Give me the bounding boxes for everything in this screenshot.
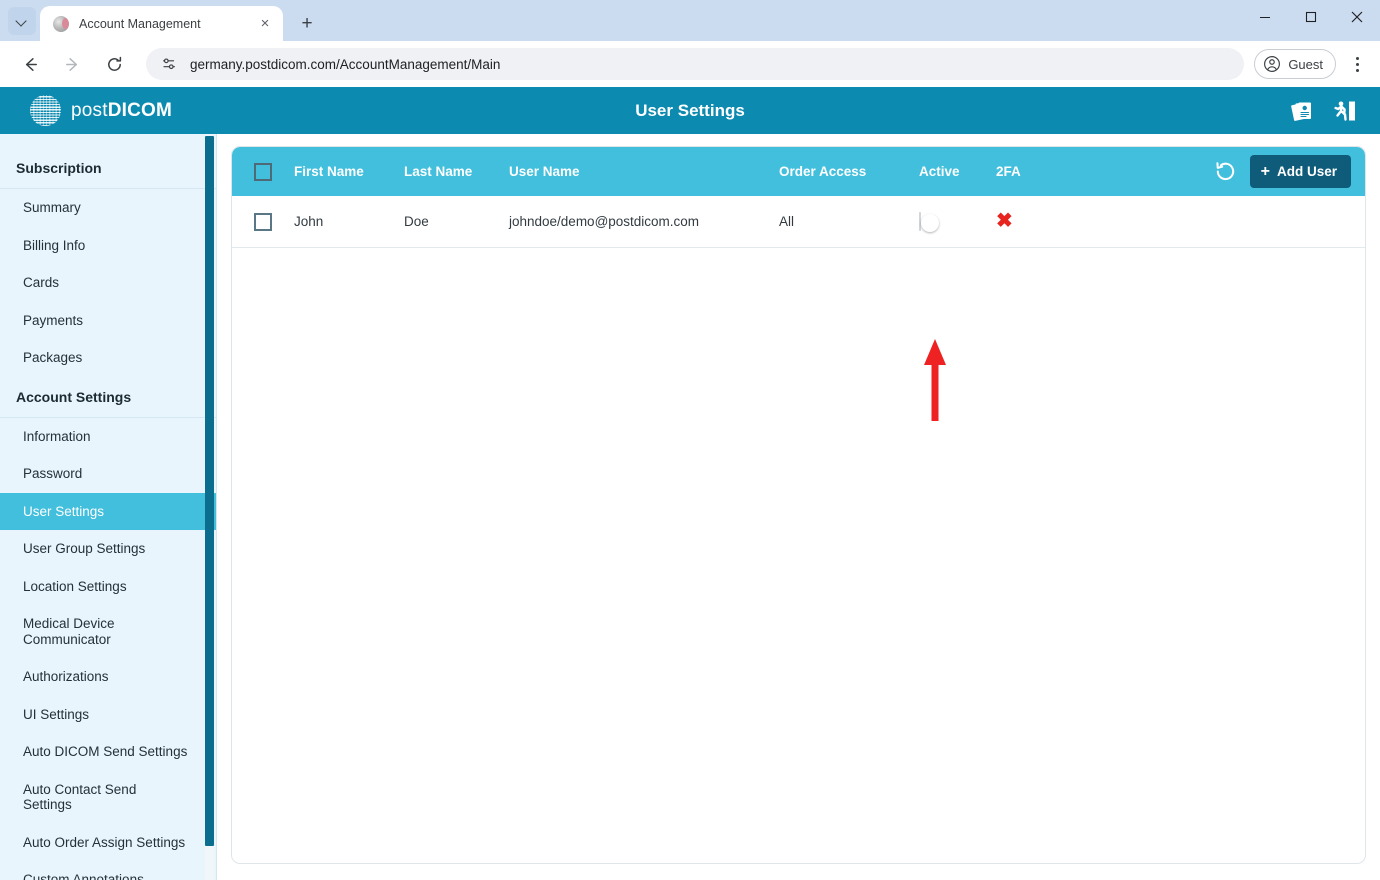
users-table-header: First Name Last Name User Name Order Acc… bbox=[232, 147, 1365, 196]
sidebar-item-cards[interactable]: Cards bbox=[0, 264, 216, 302]
sidebar-scrollbar-thumb[interactable] bbox=[205, 136, 214, 846]
browser-toolbar: germany.postdicom.com/AccountManagement/… bbox=[0, 41, 1380, 87]
column-header-order-access[interactable]: Order Access bbox=[779, 164, 919, 179]
forward-button[interactable] bbox=[57, 49, 87, 79]
window-controls bbox=[1242, 0, 1380, 33]
logout-exit-icon[interactable] bbox=[1332, 98, 1358, 124]
sidebar-item-summary[interactable]: Summary bbox=[0, 189, 216, 227]
sidebar-item-user-group-settings[interactable]: User Group Settings bbox=[0, 530, 216, 568]
table-row[interactable]: John Doe johndoe/demo@postdicom.com All … bbox=[232, 196, 1365, 248]
sidebar-item-auto-order-assign-settings[interactable]: Auto Order Assign Settings bbox=[0, 824, 216, 862]
refresh-icon[interactable] bbox=[1213, 159, 1238, 184]
sidebar-section-account-settings: Account Settings bbox=[0, 377, 216, 418]
sidebar-item-payments[interactable]: Payments bbox=[0, 302, 216, 340]
address-bar[interactable]: germany.postdicom.com/AccountManagement/… bbox=[146, 48, 1244, 80]
window-maximize-button[interactable] bbox=[1288, 0, 1334, 33]
kebab-dot bbox=[1356, 57, 1359, 60]
cell-last-name: Doe bbox=[404, 214, 509, 229]
sidebar-item-auto-dicom-send-settings[interactable]: Auto DICOM Send Settings bbox=[0, 733, 216, 771]
globe-favicon-icon bbox=[53, 16, 69, 32]
sidebar-item-password[interactable]: Password bbox=[0, 455, 216, 493]
sidebar-scroll-content: Subscription Summary Billing Info Cards … bbox=[0, 134, 216, 880]
cell-order-access: All bbox=[779, 214, 919, 229]
sidebar-item-ui-settings[interactable]: UI Settings bbox=[0, 696, 216, 734]
back-button[interactable] bbox=[15, 49, 45, 79]
cell-user-name: johndoe/demo@postdicom.com bbox=[509, 214, 779, 229]
brand-logo[interactable]: postDICOM bbox=[0, 95, 172, 126]
page-title: User Settings bbox=[0, 101, 1380, 121]
column-header-last-name[interactable]: Last Name bbox=[404, 164, 509, 179]
profile-label: Guest bbox=[1288, 57, 1323, 72]
reload-button[interactable] bbox=[99, 49, 129, 79]
new-tab-button[interactable]: + bbox=[293, 9, 321, 37]
application-window: postDICOM User Settings bbox=[0, 87, 1380, 880]
browser-menu-button[interactable] bbox=[1344, 49, 1370, 79]
address-bar-url: germany.postdicom.com/AccountManagement/… bbox=[190, 57, 500, 72]
account-circle-icon bbox=[1263, 55, 1281, 73]
twofa-disabled-x-icon: ✖ bbox=[996, 210, 1013, 232]
row-select-checkbox[interactable] bbox=[254, 213, 272, 231]
sidebar-item-information[interactable]: Information bbox=[0, 418, 216, 456]
add-user-button[interactable]: + Add User bbox=[1250, 155, 1351, 188]
sidebar-item-packages[interactable]: Packages bbox=[0, 339, 216, 377]
table-actions: + Add User bbox=[1213, 147, 1351, 196]
active-toggle[interactable] bbox=[919, 212, 921, 231]
main-content: First Name Last Name User Name Order Acc… bbox=[217, 134, 1380, 880]
sidebar-item-user-settings[interactable]: User Settings bbox=[0, 493, 216, 531]
column-header-2fa[interactable]: 2FA bbox=[996, 164, 1096, 179]
cell-active bbox=[919, 213, 996, 231]
browser-tab[interactable]: Account Management × bbox=[40, 6, 283, 41]
app-body: Subscription Summary Billing Info Cards … bbox=[0, 134, 1380, 880]
column-header-first-name[interactable]: First Name bbox=[294, 164, 404, 179]
plus-icon: + bbox=[1261, 164, 1270, 180]
select-all-cell bbox=[232, 163, 294, 181]
add-user-label: Add User bbox=[1277, 164, 1337, 179]
chevron-down-icon bbox=[17, 16, 27, 26]
profile-button[interactable]: Guest bbox=[1254, 49, 1336, 79]
brand-name: postDICOM bbox=[71, 100, 172, 122]
select-all-checkbox[interactable] bbox=[254, 163, 272, 181]
sidebar-section-subscription: Subscription bbox=[0, 148, 216, 189]
sidebar-scrollbar[interactable] bbox=[205, 134, 214, 880]
users-table-card: First Name Last Name User Name Order Acc… bbox=[231, 146, 1366, 864]
window-close-button[interactable] bbox=[1334, 0, 1380, 33]
cards-icon[interactable] bbox=[1290, 98, 1316, 124]
sidebar-item-authorizations[interactable]: Authorizations bbox=[0, 658, 216, 696]
sidebar-item-location-settings[interactable]: Location Settings bbox=[0, 568, 216, 606]
tab-close-icon[interactable]: × bbox=[255, 14, 275, 34]
column-header-user-name[interactable]: User Name bbox=[509, 164, 779, 179]
sidebar-item-billing-info[interactable]: Billing Info bbox=[0, 227, 216, 265]
app-header: postDICOM User Settings bbox=[0, 87, 1380, 134]
postdicom-globe-logo-icon bbox=[30, 95, 61, 126]
cell-first-name: John bbox=[294, 214, 404, 229]
cell-2fa: ✖ bbox=[996, 211, 1096, 232]
sidebar-item-custom-annotations[interactable]: Custom Annotations bbox=[0, 861, 216, 880]
active-toggle-knob bbox=[921, 214, 939, 232]
sidebar-item-auto-contact-send-settings[interactable]: Auto Contact Send Settings bbox=[0, 771, 150, 824]
sidebar-item-medical-device-communicator[interactable]: Medical Device Communicator bbox=[0, 605, 150, 658]
column-header-active[interactable]: Active bbox=[919, 164, 996, 179]
window-minimize-button[interactable] bbox=[1242, 0, 1288, 33]
row-select-cell bbox=[232, 213, 294, 231]
browser-tab-strip: Account Management × + bbox=[0, 0, 1380, 41]
sidebar: Subscription Summary Billing Info Cards … bbox=[0, 134, 217, 880]
tab-search-button[interactable] bbox=[8, 7, 36, 35]
brand-prefix: post bbox=[71, 100, 108, 121]
tab-title: Account Management bbox=[79, 17, 255, 31]
header-icon-group bbox=[1290, 87, 1358, 134]
kebab-dot bbox=[1356, 69, 1359, 72]
brand-suffix: DICOM bbox=[108, 100, 172, 121]
site-settings-icon[interactable] bbox=[160, 55, 178, 73]
users-table-body: John Doe johndoe/demo@postdicom.com All … bbox=[232, 196, 1365, 863]
kebab-dot bbox=[1356, 63, 1359, 66]
